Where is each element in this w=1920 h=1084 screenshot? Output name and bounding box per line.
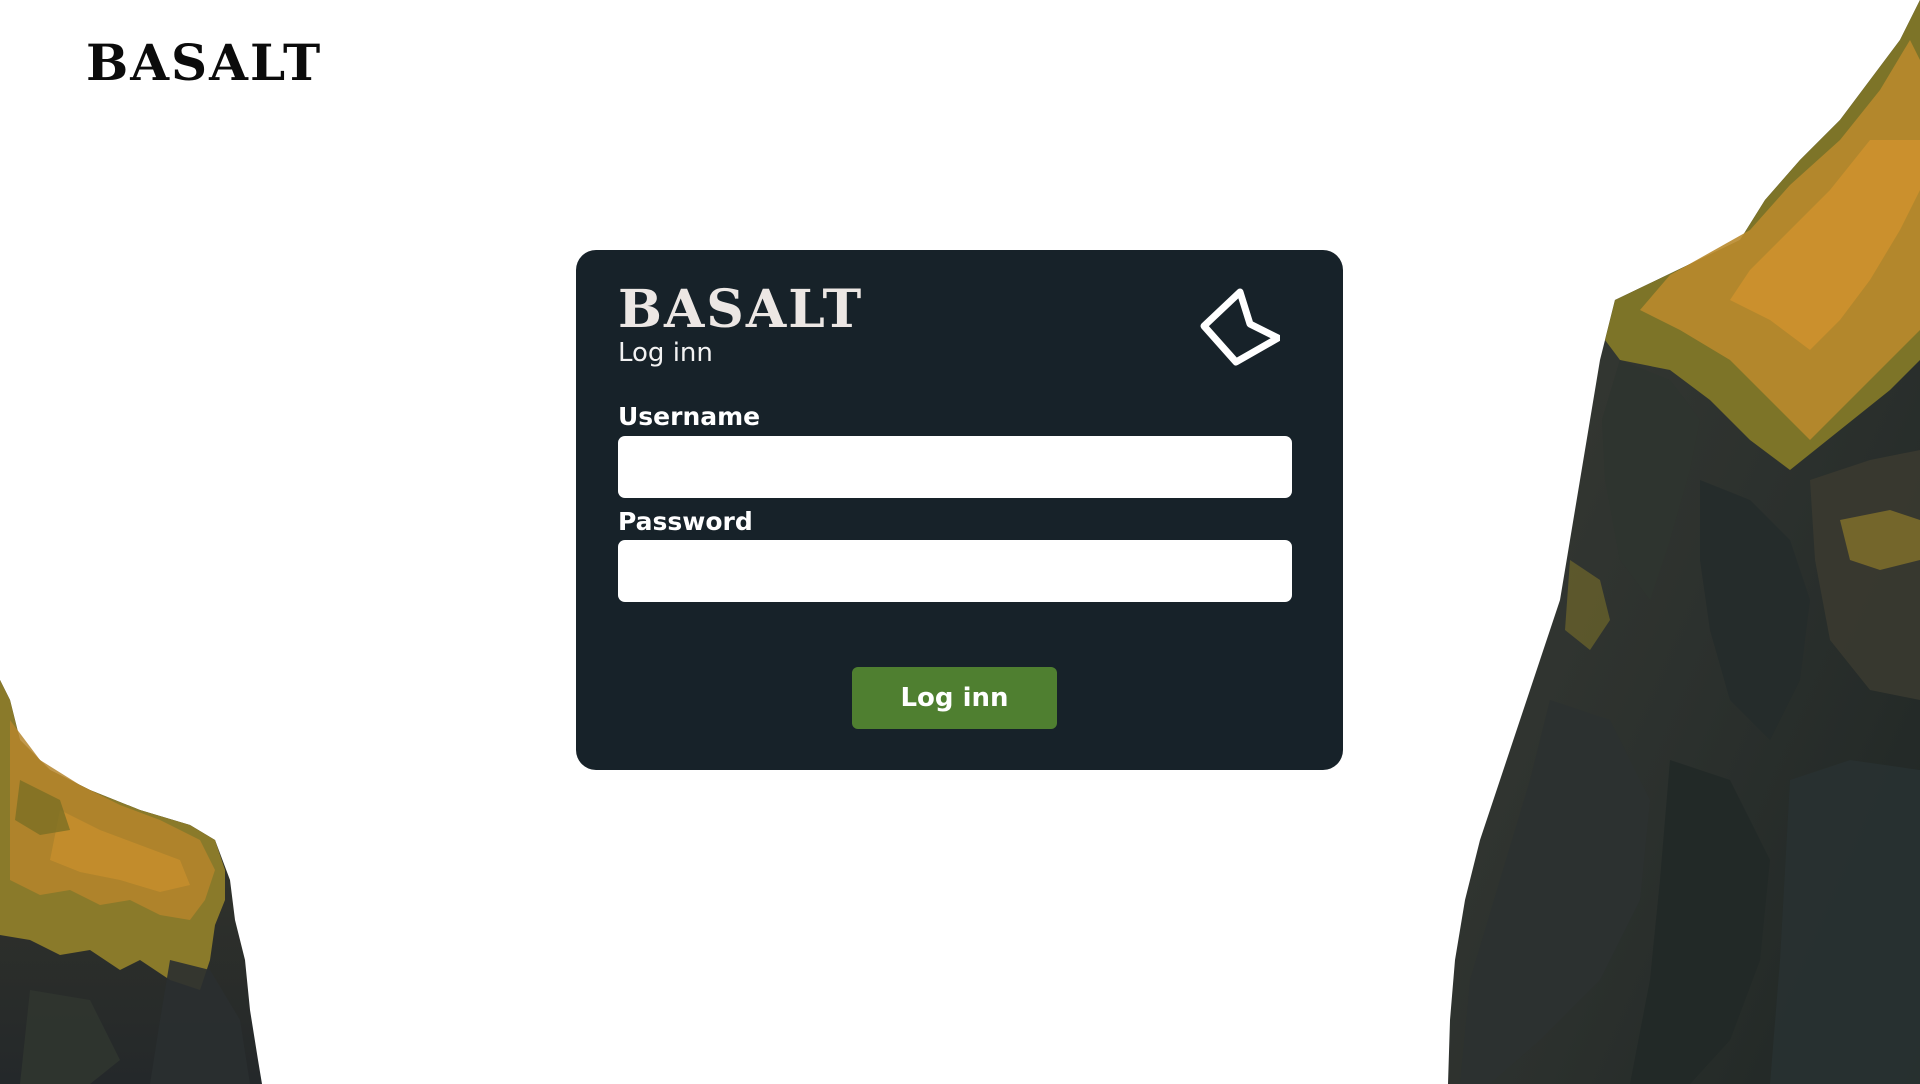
password-input[interactable] bbox=[618, 540, 1292, 602]
password-label: Password bbox=[618, 507, 753, 536]
card-brand-title: BASALT bbox=[618, 279, 864, 340]
cliff-right-image bbox=[1448, 0, 1920, 1084]
card-subtitle: Log inn bbox=[618, 338, 713, 368]
login-card: BASALT Log inn Username Password Log inn bbox=[576, 250, 1343, 770]
login-page: BASALT BASALT Log inn Username Password … bbox=[0, 0, 1920, 1084]
login-button[interactable]: Log inn bbox=[852, 667, 1057, 729]
cliff-left-image bbox=[0, 680, 262, 1084]
username-input[interactable] bbox=[618, 436, 1292, 498]
basalt-logo-icon bbox=[1200, 288, 1280, 366]
username-label: Username bbox=[618, 402, 761, 431]
site-logo: BASALT bbox=[86, 33, 323, 92]
